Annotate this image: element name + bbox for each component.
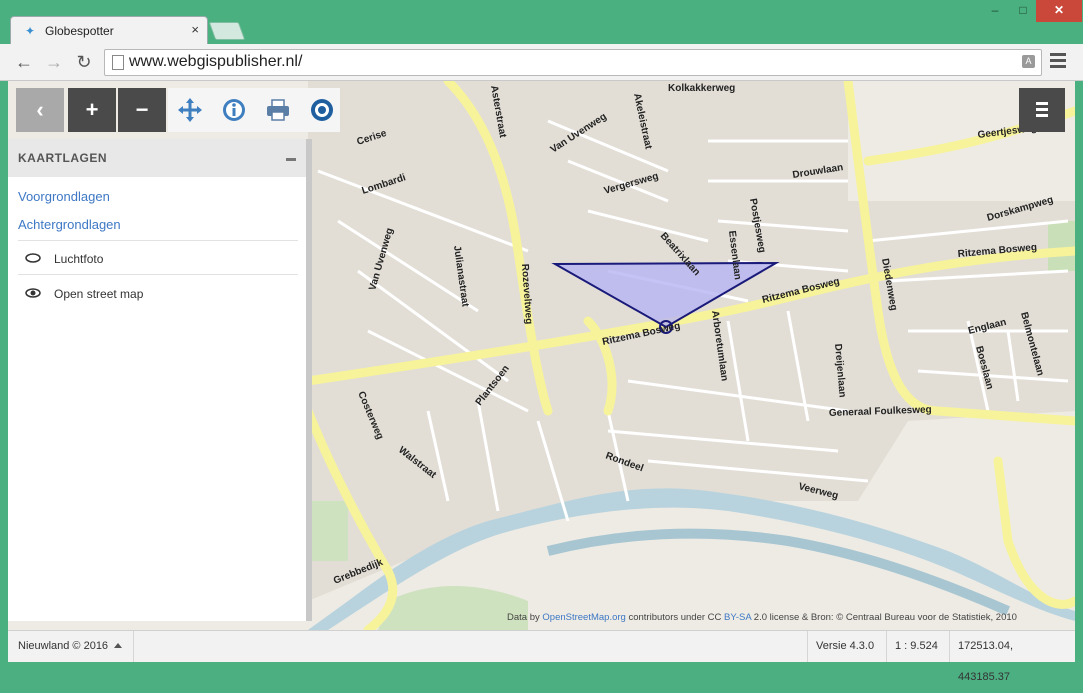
reload-icon[interactable]: ↻	[74, 52, 94, 72]
close-window-button[interactable]: ✕	[1036, 0, 1082, 22]
street-label: Kolkakkerweg	[668, 83, 735, 94]
tab-strip: ✦ Globespotter × – □ ✕	[0, 0, 1083, 45]
tab-globespotter[interactable]: ✦ Globespotter ×	[10, 16, 208, 45]
print-icon[interactable]	[264, 96, 292, 124]
eye-icon[interactable]	[25, 288, 41, 298]
eye-closed-icon[interactable]	[25, 253, 41, 263]
copyright-text: Nieuwland © 2016	[18, 640, 109, 652]
globespotter-icon[interactable]	[308, 96, 336, 124]
webgis-page: Kolkakkerweg Asterstraat Akeleistraat Va…	[8, 81, 1075, 630]
layer-label: Luchtfoto	[54, 252, 104, 266]
layers-panel: KAARTLAGEN Voorgrondlagen Achtergrondlag…	[8, 139, 312, 621]
main-menu-button[interactable]	[1019, 88, 1065, 132]
layer-label: Open street map	[54, 287, 144, 301]
globe-favicon-icon: ✦	[25, 24, 36, 38]
foreground-layers-link[interactable]: Voorgrondlagen	[18, 189, 110, 204]
attribution-text: Data by	[507, 612, 543, 623]
coordinates-text: 172513.04, 443185.37	[949, 631, 1075, 683]
copyright-dropdown[interactable]: Nieuwland © 2016	[10, 631, 130, 662]
caret-up-icon	[114, 643, 123, 648]
license-link[interactable]: BY-SA	[724, 612, 751, 623]
status-spacer	[133, 631, 804, 662]
layers-panel-header: KAARTLAGEN	[8, 139, 306, 177]
pan-icon[interactable]	[176, 96, 204, 124]
divider	[18, 274, 298, 275]
url-text[interactable]: www.webgispublisher.nl/	[129, 53, 302, 71]
collapse-icon[interactable]	[286, 158, 296, 161]
layer-item-luchtfoto[interactable]: Luchtfoto	[18, 243, 298, 273]
divider	[18, 240, 298, 241]
info-icon[interactable]	[220, 96, 248, 124]
attribution-text: 2.0 license & Bron: © Centraal Bureau vo…	[751, 612, 1017, 623]
maximize-button[interactable]: □	[1008, 0, 1038, 22]
browser-toolbar: ← → ↻ www.webgispublisher.nl/ A	[0, 44, 1083, 81]
layers-panel-title: KAARTLAGEN	[18, 151, 107, 165]
background-layers-link[interactable]: Achtergrondlagen	[18, 217, 121, 232]
attribution-text: contributors under CC	[625, 612, 725, 623]
browser-menu-icon[interactable]	[1050, 53, 1066, 71]
map-toolbar	[168, 88, 340, 132]
scale-text: 1 : 9.524	[886, 631, 946, 662]
map-attribution: Data by OpenStreetMap.org contributors u…	[507, 612, 1017, 623]
new-tab-button[interactable]	[208, 22, 246, 40]
version-text: Versie 4.3.0	[807, 631, 882, 662]
tab-close-icon[interactable]: ×	[191, 22, 199, 37]
zoom-out-button[interactable]: −	[118, 88, 166, 132]
osm-link[interactable]: OpenStreetMap.org	[542, 612, 625, 623]
back-arrow-icon[interactable]: ←	[14, 52, 34, 72]
address-bar[interactable]: www.webgispublisher.nl/ A	[104, 49, 1042, 76]
panel-back-button[interactable]: ‹	[16, 88, 64, 132]
status-bar: Nieuwland © 2016 Versie 4.3.0 1 : 9.524 …	[8, 630, 1075, 683]
layer-item-open-street-map[interactable]: Open street map	[18, 278, 298, 308]
tab-title: Globespotter	[45, 24, 114, 38]
translate-icon[interactable]: A	[1022, 55, 1035, 68]
zoom-in-button[interactable]: +	[68, 88, 116, 132]
page-icon	[112, 55, 124, 70]
minimize-button[interactable]: –	[980, 0, 1010, 22]
forward-arrow-icon[interactable]: →	[44, 52, 64, 72]
